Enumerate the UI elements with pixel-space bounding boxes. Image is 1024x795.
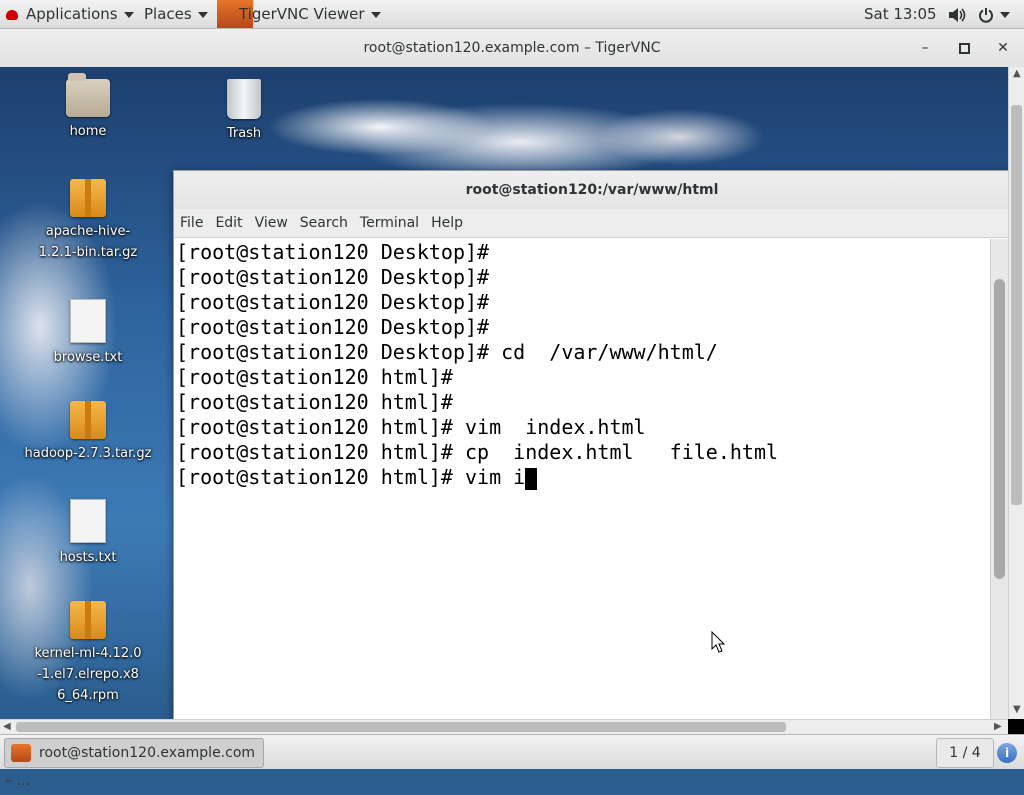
maximize-button[interactable] <box>950 29 978 67</box>
chevron-down-icon <box>123 11 134 18</box>
minimize-button[interactable]: – <box>911 29 939 67</box>
tigervnc-icon <box>11 744 31 762</box>
desktop-icon-browse[interactable]: browse.txt <box>18 299 158 368</box>
folder-home-icon <box>66 73 110 117</box>
vnc-window-titlebar[interactable]: root@station120.example.com – TigerVNC –… <box>0 29 1024 68</box>
vnc-vertical-scrollbar-thumb[interactable] <box>1011 105 1022 505</box>
workspace-indicator[interactable]: 1 / 4 <box>936 738 994 768</box>
scroll-left-icon[interactable]: ◀ <box>3 721 11 732</box>
vnc-window-title: root@station120.example.com – TigerVNC <box>363 40 661 56</box>
terminal-line: [root@station120 Desktop]# <box>176 265 490 289</box>
bottom-panel: root@station120.example.com – ... 1 / 4 … <box>0 734 1024 789</box>
terminal-line: [root@station120 html]# cp index.html fi… <box>176 440 779 464</box>
terminal-line: [root@station120 Desktop]# <box>176 240 490 264</box>
menu-file[interactable]: File <box>174 209 209 237</box>
terminal-title[interactable]: root@station120:/var/www/html <box>174 171 1010 209</box>
vnc-vertical-scrollbar[interactable]: ▲ ▼ <box>1008 67 1024 719</box>
vnc-horizontal-scrollbar-thumb[interactable] <box>16 722 786 732</box>
terminal-scrollbar[interactable] <box>990 239 1010 719</box>
terminal-line: [root@station120 html]# vim index.html <box>176 415 646 439</box>
desktop-icon-kernel-rpm[interactable]: kernel-ml-4.12.0-1.el7.elrepo.x86_64.rpm <box>18 601 158 706</box>
mouse-pointer-icon <box>711 631 725 653</box>
chevron-down-icon <box>370 11 381 18</box>
terminal-line: [root@station120 html]# <box>176 390 453 414</box>
redhat-logo-icon <box>6 9 18 20</box>
maximize-icon <box>958 42 970 54</box>
text-cursor <box>525 467 538 490</box>
menu-help[interactable]: Help <box>425 209 469 237</box>
chevron-down-icon <box>1000 11 1010 18</box>
terminal-window[interactable]: root@station120:/var/www/html File Edit Vi… <box>173 170 1011 721</box>
terminal-output[interactable]: [root@station120 Desktop]# [root@station… <box>176 239 988 719</box>
desktop-icon-label: kernel-ml-4.12.0-1.el7.elrepo.x86_64.rpm <box>34 646 142 703</box>
clock[interactable]: Sat 13:05 <box>864 0 937 28</box>
scrollbar-corner <box>1008 719 1024 734</box>
terminal-menubar: File Edit View Search Terminal Help <box>174 209 1010 238</box>
places-label: Places <box>144 5 192 23</box>
desktop-icon-label: apache-hive-1.2.1-bin.tar.gz <box>38 224 138 260</box>
power-menu[interactable] <box>978 0 1010 28</box>
terminal-current-line[interactable]: [root@station120 html]# vim i <box>176 465 538 490</box>
desktop-icon-home[interactable]: home <box>18 73 158 142</box>
desktop-icon-hadoop[interactable]: hadoop-2.7.3.tar.gz <box>18 401 158 464</box>
menu-search[interactable]: Search <box>294 209 354 237</box>
terminal-line: [root@station120 html]# vim i <box>176 465 526 489</box>
vnc-app-menu[interactable]: TigerVNC Viewer <box>217 0 381 28</box>
places-menu[interactable]: Places <box>144 0 208 28</box>
desktop-icon-label: browse.txt <box>53 350 123 365</box>
menu-edit[interactable]: Edit <box>209 209 248 237</box>
notification-icon[interactable]: i <box>997 743 1017 763</box>
scroll-down-icon[interactable]: ▼ <box>1013 704 1021 715</box>
applications-menu[interactable]: Applications <box>6 0 134 28</box>
archive-icon <box>70 401 106 439</box>
taskbar-window-button[interactable]: root@station120.example.com – ... <box>4 738 264 789</box>
terminal-line: [root@station120 Desktop]# <box>176 315 490 339</box>
terminal-line: [root@station120 html]# <box>176 365 453 389</box>
terminal-scrollbar-thumb[interactable] <box>994 279 1005 579</box>
desktop-icon-apache-hive[interactable]: apache-hive-1.2.1-bin.tar.gz <box>18 179 158 263</box>
applications-label: Applications <box>26 5 118 23</box>
trash-icon <box>227 79 261 119</box>
desktop-icon-label: home <box>69 124 107 139</box>
desktop-icon-hosts[interactable]: hosts.txt <box>18 499 158 568</box>
package-icon <box>70 601 106 639</box>
archive-icon <box>70 179 106 217</box>
vnc-horizontal-scrollbar[interactable]: ◀ ▶ <box>0 719 1008 735</box>
text-file-icon <box>70 499 106 543</box>
scroll-up-icon[interactable]: ▲ <box>1013 68 1021 79</box>
terminal-line: [root@station120 Desktop]# cd /var/www/h… <box>176 340 718 364</box>
menu-terminal[interactable]: Terminal <box>354 209 425 237</box>
terminal-line: [root@station120 Desktop]# <box>176 290 490 314</box>
scroll-right-icon[interactable]: ▶ <box>994 721 1002 732</box>
vnc-app-label: TigerVNC Viewer <box>239 5 365 23</box>
close-button[interactable]: ✕ <box>989 29 1017 67</box>
text-file-icon <box>70 299 106 343</box>
volume-icon[interactable] <box>948 0 966 28</box>
top-panel: Applications Places TigerVNC Viewer Sat … <box>0 0 1024 29</box>
desktop-icon-label: hadoop-2.7.3.tar.gz <box>24 446 152 461</box>
power-icon <box>979 7 993 23</box>
desktop-icon-label: Trash <box>226 126 262 141</box>
desktop-icon-label: hosts.txt <box>59 550 117 565</box>
desktop-icon-trash[interactable]: Trash <box>174 79 314 144</box>
chevron-down-icon <box>197 11 208 18</box>
menu-view[interactable]: View <box>249 209 294 237</box>
taskbar-window-label: root@station120.example.com – ... <box>5 745 256 789</box>
